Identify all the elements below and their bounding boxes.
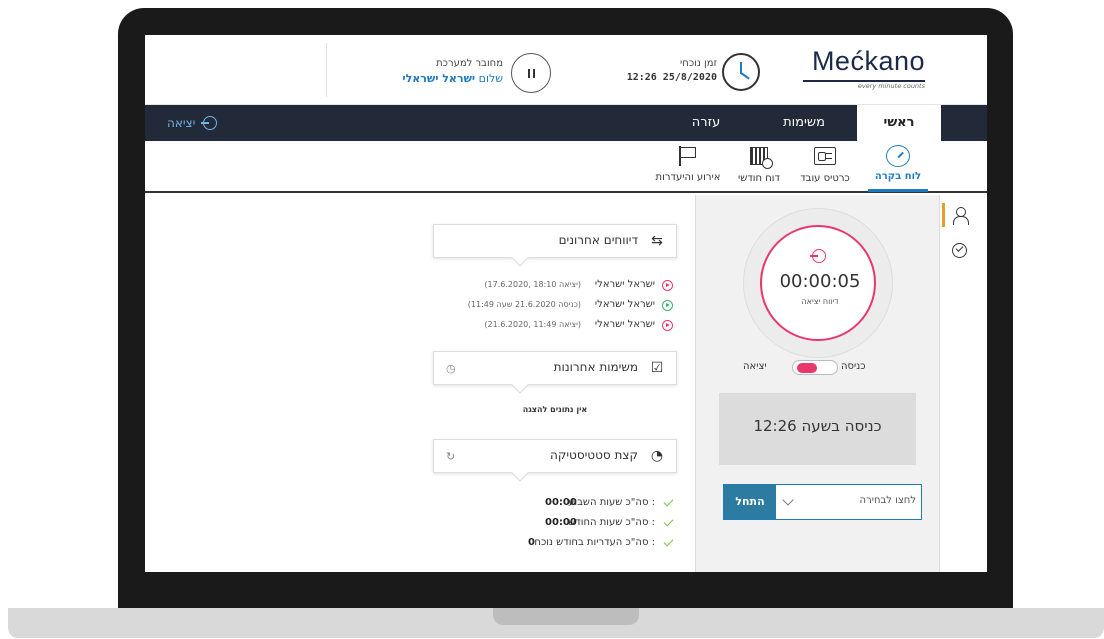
- recent-reports-title: דיווחים אחרונים: [558, 233, 638, 247]
- stat-label: סה"כ שעות החודש :: [568, 517, 655, 528]
- subnav-employee-card[interactable]: כרטיס עובד: [795, 145, 855, 184]
- play-exit-icon: [662, 320, 673, 331]
- stat-row: 00:00 סה"כ שעות השבוע :: [445, 496, 677, 511]
- employee-card-icon: [814, 147, 836, 165]
- check-icon: [663, 536, 674, 547]
- clock-icon: [722, 53, 760, 91]
- subnav-label: כרטיס עובד: [800, 173, 850, 184]
- sub-toolbar: לוח בקרה כרטיס עובד דוח חודשי אירוע והיע…: [145, 141, 987, 193]
- task-select-row: התחל לחצו לבחירה: [723, 484, 922, 520]
- timer-ring: 00:00:05 דיווח יציאה: [743, 208, 893, 358]
- clock-panel: 00:00:05 דיווח יציאה כניסה יציאה כניסה ב…: [695, 195, 940, 572]
- laptop-notch: [493, 608, 639, 625]
- exit-link[interactable]: יציאה: [167, 105, 195, 141]
- stage: מחובר למערכת שלום ישראל ישראלי זמן נוכחי…: [0, 0, 1104, 639]
- recent-tasks-card[interactable]: ◷ משימות אחרונות ☑: [433, 351, 677, 394]
- no-data-text: אין נתונים להצגה: [522, 405, 588, 414]
- active-indicator: [942, 203, 945, 227]
- pause-icon-bar: [527, 68, 530, 78]
- current-time-label: זמן נוכחי: [680, 58, 717, 69]
- stats-title: קצת סטטיסטיקה: [550, 448, 638, 462]
- toggle-knob: [797, 363, 817, 373]
- stat-label: סה"כ שעות השבוע :: [568, 497, 655, 508]
- task-select[interactable]: לחצו לבחירה: [802, 495, 916, 506]
- start-button[interactable]: התחל: [724, 485, 776, 519]
- play-entry-icon: [662, 300, 673, 311]
- play-exit-icon: [662, 280, 673, 291]
- side-icon-strip: [940, 195, 987, 572]
- calendar-report-icon: [750, 147, 773, 169]
- timer-subtitle: דיווח יציאה: [801, 297, 839, 306]
- subnav-events-absence[interactable]: אירוע והיעדרות: [654, 145, 722, 183]
- main-nav: ראשי משימות עזרה יציאה: [145, 105, 987, 141]
- entry-status-text: כניסה בשעה 12:26: [753, 417, 882, 435]
- pause-icon-bar: [532, 68, 535, 78]
- logo-text: Mećkano: [811, 46, 925, 76]
- stats-card[interactable]: ↻ קצת סטטיסטיקה ◔: [433, 439, 677, 482]
- entry-status-box: כניסה בשעה 12:26: [719, 393, 916, 465]
- list-item: (יציאה 11:49 ,21.6.2020) ישראל ישראלי: [445, 319, 677, 333]
- stat-row: 0 סה"כ העדריות בחודש נוכחי :: [445, 536, 677, 551]
- chevron-down-icon[interactable]: [782, 494, 794, 506]
- logo-tagline: every minute counts: [857, 82, 925, 90]
- exit-label: יציאה: [167, 116, 196, 130]
- subnav-monthly-report[interactable]: דוח חודשי: [729, 145, 789, 184]
- recent-tasks-title: משימות אחרונות: [553, 360, 638, 374]
- header-divider: [326, 43, 327, 97]
- nav-tasks[interactable]: משימות: [757, 105, 851, 141]
- list-item: (יציאה 18:10 ,17.6.2020) ישראל ישראלי: [445, 279, 677, 293]
- current-time-value: 12:26 25/8/2020: [626, 72, 717, 83]
- stat-label: סה"כ העדריות בחודש נוכחי :: [532, 537, 655, 548]
- user-icon[interactable]: [952, 207, 969, 225]
- report-detail: (יציאה 18:10 ,17.6.2020): [484, 280, 581, 289]
- check-icon: [663, 516, 674, 527]
- subnav-label: דוח חודשי: [738, 173, 780, 184]
- user-name: ישראל ישראלי: [402, 72, 476, 85]
- nav-help[interactable]: עזרה: [665, 105, 747, 141]
- in-out-toggle[interactable]: [792, 360, 838, 375]
- gauge-icon: [886, 145, 910, 167]
- pie-chart-icon: ◔: [650, 448, 664, 464]
- clock-small-icon: ◷: [446, 362, 456, 375]
- toggle-in-label: כניסה: [841, 361, 866, 372]
- pause-button[interactable]: [511, 53, 551, 93]
- exit-icon[interactable]: [201, 116, 217, 130]
- connected-label: מחובר למערכת: [436, 58, 503, 69]
- stat-row: 00:00 סה"כ שעות החודש :: [445, 516, 677, 531]
- subnav-label: לוח בקרה: [874, 171, 922, 182]
- recent-reports-card[interactable]: דיווחים אחרונים ⇆: [433, 224, 677, 267]
- nav-home[interactable]: ראשי: [857, 105, 941, 141]
- greeting-prefix: שלום: [478, 72, 503, 85]
- report-detail: (יציאה 11:49 ,21.6.2020): [484, 320, 581, 329]
- list-item: (כניסה 21.6.2020 שעה 11:49) ישראל ישראלי: [445, 299, 677, 313]
- clipboard-check-icon: ☑: [650, 360, 664, 376]
- check-icon: [663, 496, 674, 507]
- report-name: ישראל ישראלי: [594, 299, 655, 310]
- exit-icon: [810, 249, 826, 263]
- timer-dial[interactable]: 00:00:05 דיווח יציאה: [760, 225, 876, 341]
- flag-icon: [679, 146, 697, 166]
- report-detail: (כניסה 21.6.2020 שעה 11:49): [467, 300, 581, 309]
- report-name: ישראל ישראלי: [594, 279, 655, 290]
- refresh-icon[interactable]: ↻: [446, 450, 455, 463]
- app-screen: מחובר למערכת שלום ישראל ישראלי זמן נוכחי…: [145, 35, 987, 572]
- swap-arrows-icon: ⇆: [651, 233, 663, 249]
- top-header: מחובר למערכת שלום ישראל ישראלי זמן נוכחי…: [145, 35, 987, 105]
- check-circle-icon[interactable]: [952, 243, 967, 258]
- greeting: שלום ישראל ישראלי: [365, 72, 503, 85]
- report-name: ישראל ישראלי: [594, 319, 655, 330]
- subnav-dashboard[interactable]: לוח בקרה: [868, 145, 928, 192]
- toggle-out-label: יציאה: [743, 361, 767, 372]
- timer-value: 00:00:05: [779, 271, 861, 292]
- subnav-label: אירוע והיעדרות: [655, 172, 721, 183]
- in-out-toggle-row: כניסה יציאה: [726, 360, 911, 378]
